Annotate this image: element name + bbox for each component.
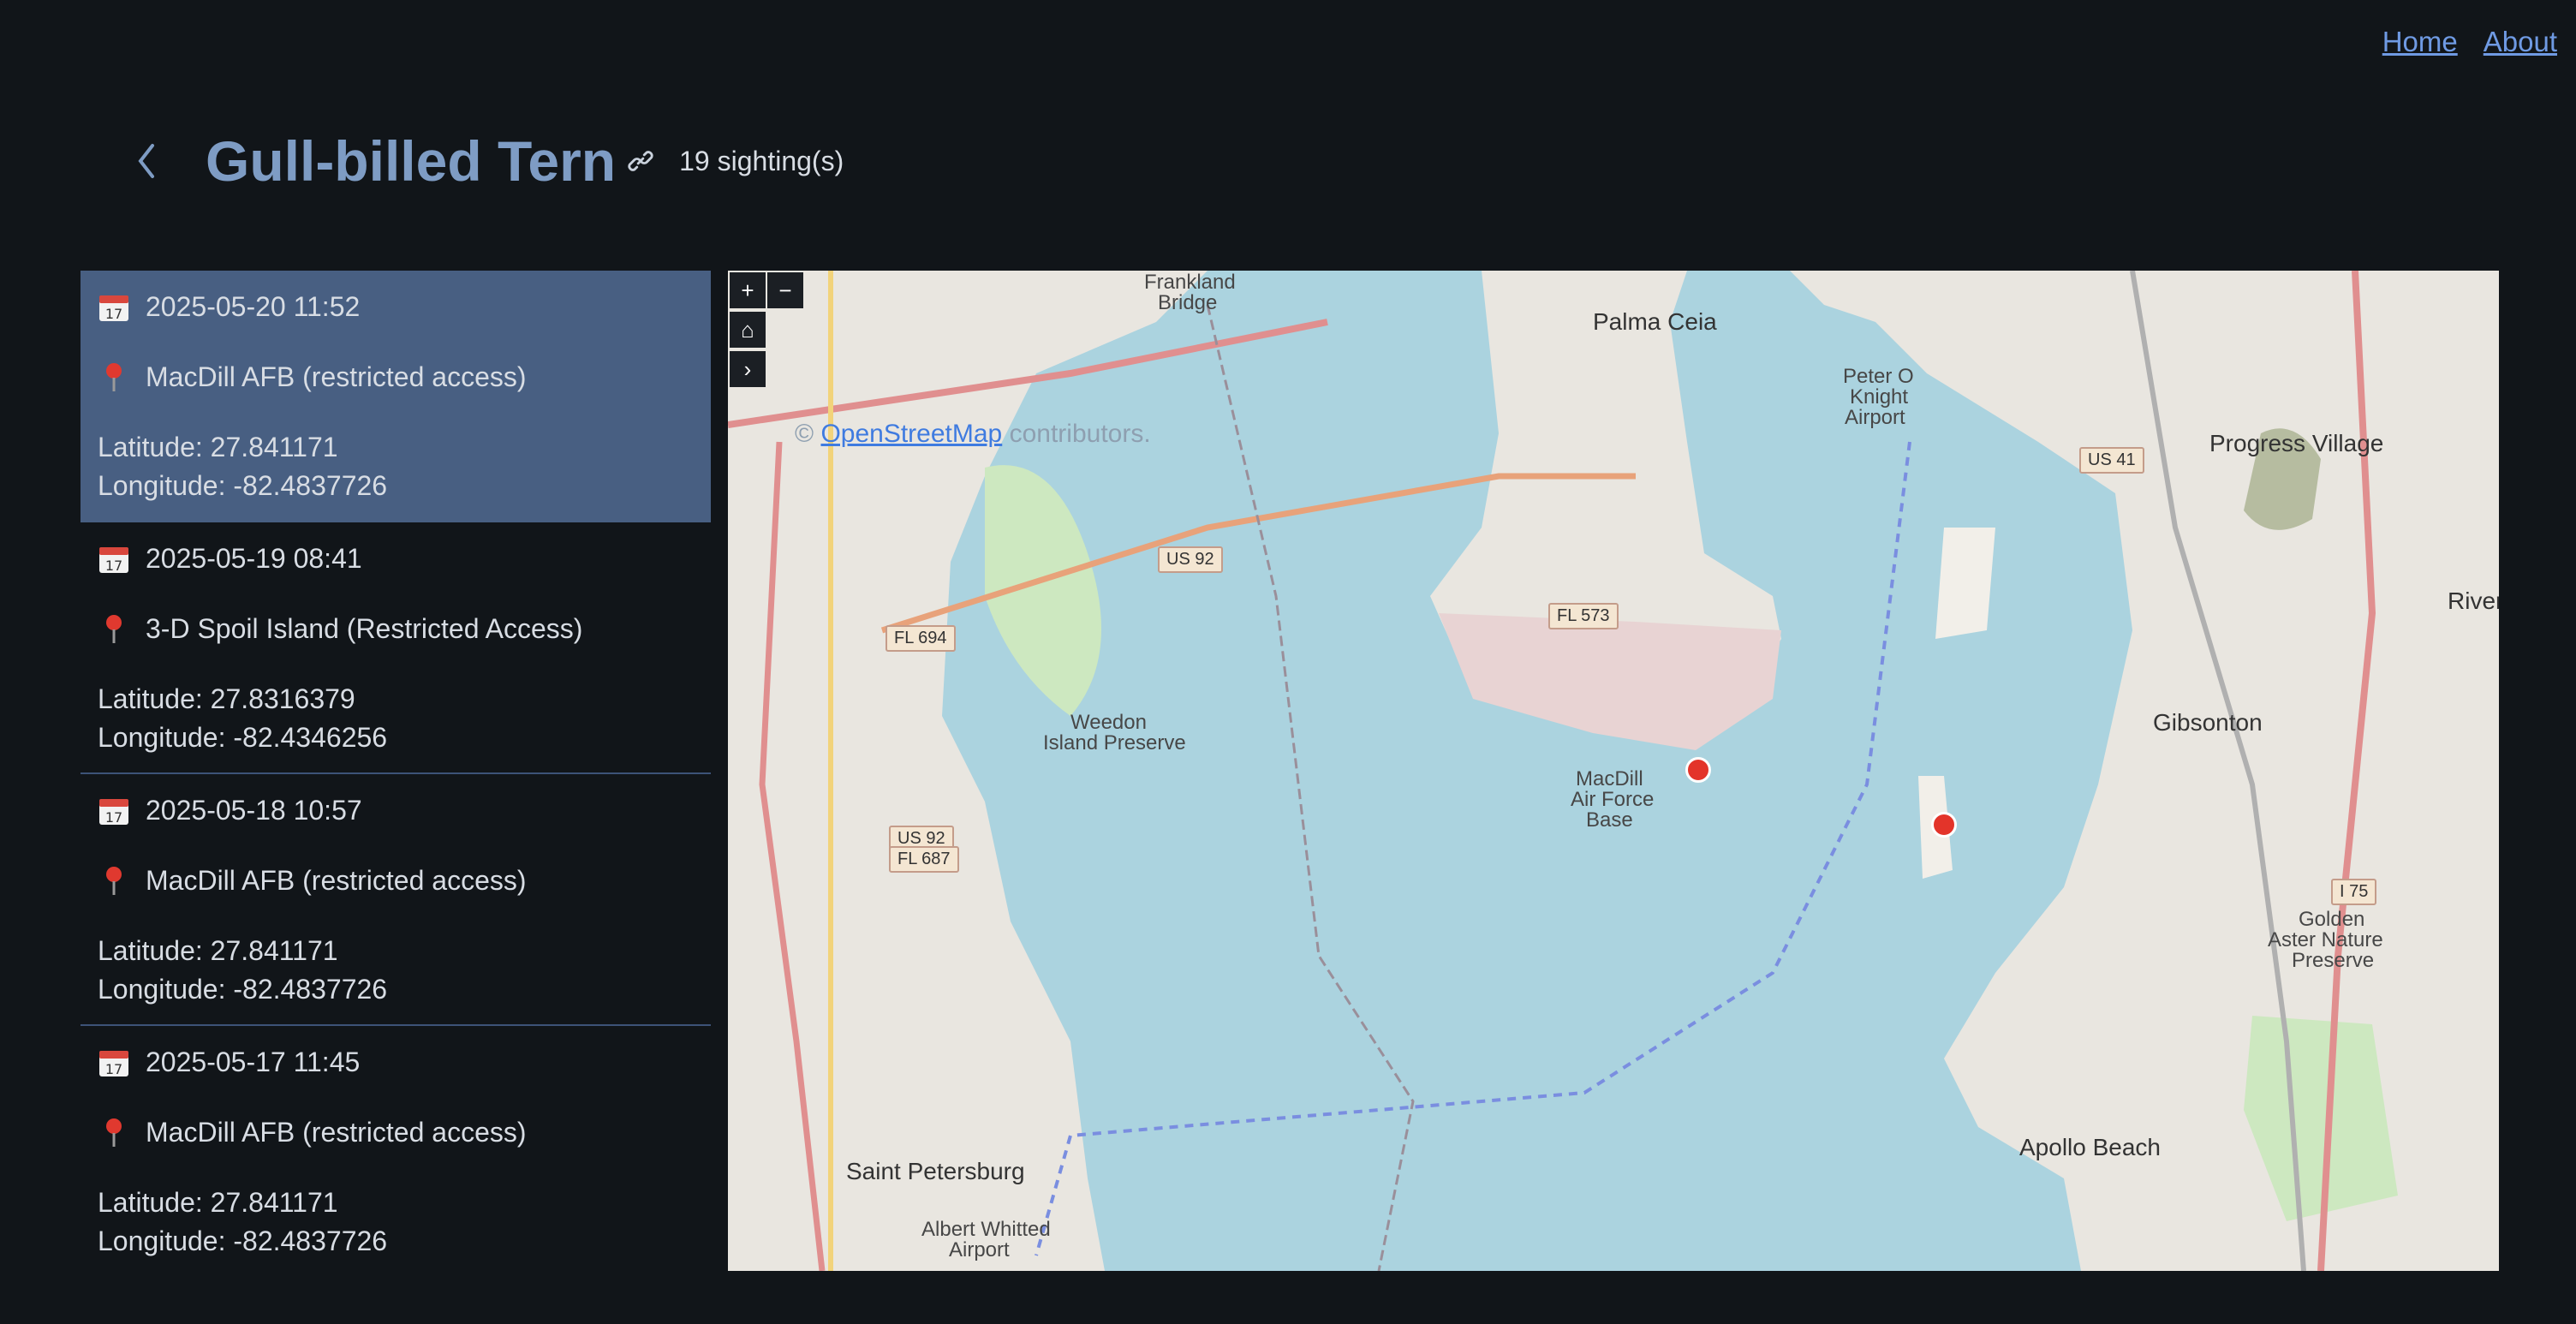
permalink-button[interactable] — [626, 146, 655, 176]
map-label: Airport — [1845, 406, 1905, 429]
sighting-latitude: Latitude: 27.8316379 — [98, 683, 355, 714]
road-shield: FL 687 — [889, 846, 959, 873]
calendar-icon: 17 — [98, 1046, 130, 1078]
chevron-left-icon — [138, 144, 154, 178]
sighting-latitude: Latitude: 27.841171 — [98, 935, 338, 966]
about-link[interactable]: About — [2484, 26, 2557, 58]
map-label: Island Preserve — [1043, 731, 1186, 754]
sighting-location: MacDill AFB (restricted access) — [146, 1116, 527, 1148]
map-label: Base — [1586, 808, 1633, 832]
sighting-datetime: 2025-05-18 10:57 — [146, 794, 362, 826]
sightings-list: 17 2025-05-20 11:52 MacDill AFB (restrict… — [80, 271, 711, 1271]
location-pin-icon — [98, 864, 130, 897]
map-view[interactable]: + − ⌂ › © OpenStreetMap contributors. Fr… — [728, 271, 2499, 1271]
sighting-latitude: Latitude: 27.841171 — [98, 1187, 338, 1218]
sighting-longitude: Longitude: -82.4346256 — [98, 722, 388, 753]
calendar-icon: 17 — [98, 542, 130, 575]
top-nav: Home About — [2382, 26, 2557, 58]
map-label: Palma Ceia — [1593, 308, 1717, 335]
sighting-item[interactable]: 17 2025-05-17 11:45 MacDill AFB (restrict… — [80, 1026, 711, 1271]
map-label: Bridge — [1158, 291, 1218, 314]
sighting-latitude: Latitude: 27.841171 — [98, 432, 338, 462]
svg-text:17: 17 — [105, 1061, 122, 1077]
osm-link[interactable]: OpenStreetMap — [820, 420, 1002, 448]
map-label: Airport — [949, 1238, 1010, 1261]
sighting-location: MacDill AFB (restricted access) — [146, 361, 527, 392]
map-label: Apollo Beach — [2019, 1134, 2162, 1160]
sighting-marker[interactable] — [1685, 757, 1711, 783]
road-shield: I 75 — [2331, 879, 2377, 905]
sighting-item[interactable]: 17 2025-05-20 11:52 MacDill AFB (restrict… — [80, 271, 711, 522]
sighting-item[interactable]: 17 2025-05-18 10:57 MacDill AFB (restrict… — [80, 774, 711, 1026]
svg-text:17: 17 — [105, 809, 122, 826]
location-pin-icon — [98, 1116, 130, 1148]
sighting-location: MacDill AFB (restricted access) — [146, 864, 527, 896]
map-label: Riverv — [2448, 587, 2499, 614]
sighting-count: 19 sighting(s) — [679, 145, 844, 176]
road-shield: US 92 — [1158, 546, 1223, 573]
page-title: Gull-billed Tern — [206, 129, 617, 193]
sighting-datetime: 2025-05-17 11:45 — [146, 1046, 361, 1077]
zoom-out-button[interactable]: − — [767, 272, 803, 308]
page-header: Gull-billed Tern 19 sighting(s) — [130, 128, 844, 194]
sighting-longitude: Longitude: -82.4837726 — [98, 1226, 388, 1256]
road-shield: FL 573 — [1548, 603, 1619, 629]
map-attribution: © OpenStreetMap contributors. — [795, 420, 1151, 448]
map-label: Gibsonton — [2153, 709, 2263, 736]
link-icon — [628, 151, 653, 171]
location-pin-icon — [98, 361, 130, 393]
sighting-longitude: Longitude: -82.4837726 — [98, 470, 388, 501]
locate-button[interactable]: ⌂ — [730, 312, 766, 348]
location-pin-icon — [98, 612, 130, 645]
map-label: Preserve — [2292, 949, 2375, 972]
calendar-icon: 17 — [98, 794, 130, 826]
sighting-item[interactable]: 17 2025-05-19 08:41 3-D Spoil Island (Res… — [80, 522, 711, 774]
sighting-longitude: Longitude: -82.4837726 — [98, 974, 388, 1005]
road-shield: FL 694 — [886, 625, 956, 652]
calendar-icon: 17 — [98, 290, 130, 323]
sighting-datetime: 2025-05-20 11:52 — [146, 290, 361, 322]
road-shield: US 41 — [2079, 447, 2144, 474]
back-button[interactable] — [130, 137, 161, 185]
svg-text:17: 17 — [105, 558, 122, 574]
zoom-in-button[interactable]: + — [730, 272, 766, 308]
expand-button[interactable]: › — [730, 351, 766, 387]
map-label: Saint Petersburg — [846, 1158, 1025, 1184]
svg-text:17: 17 — [105, 306, 122, 322]
sighting-datetime: 2025-05-19 08:41 — [146, 542, 362, 574]
sighting-marker[interactable] — [1931, 812, 1957, 838]
home-link[interactable]: Home — [2382, 26, 2458, 58]
sighting-location: 3-D Spoil Island (Restricted Access) — [146, 612, 583, 644]
map-label: Progress Village — [2209, 430, 2384, 456]
